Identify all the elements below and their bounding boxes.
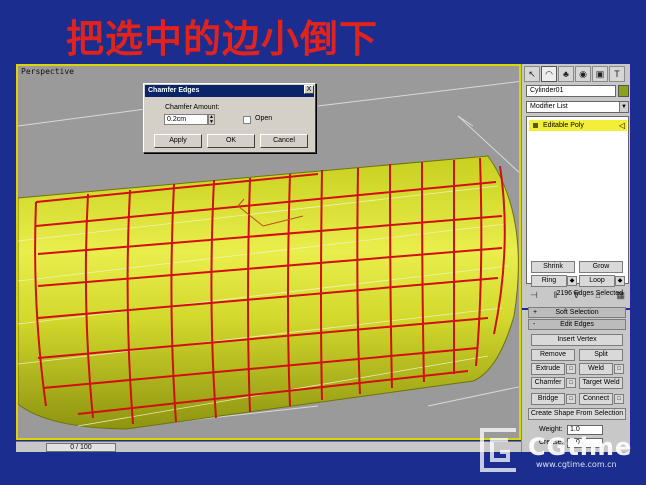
chamfer-amount-label: Chamfer Amount:: [165, 104, 220, 111]
object-color-swatch[interactable]: [618, 85, 629, 97]
command-tabs: ↖ ◠ ♣ ◉ ▣ T: [524, 66, 628, 82]
edit-edges-label: Edit Edges: [560, 321, 594, 328]
modifier-list-dropdown[interactable]: Modifier List ▼: [526, 101, 629, 113]
motion-tab-icon[interactable]: ◉: [575, 66, 591, 82]
viewport-label[interactable]: Perspective: [21, 67, 74, 76]
slide-title: 把选中的边小倒下: [66, 17, 379, 61]
modifier-stack[interactable]: Editable Poly ◁: [526, 116, 629, 284]
ring-button[interactable]: Ring: [531, 275, 567, 287]
edit-edges-rollout[interactable]: - Edit Edges: [528, 319, 626, 330]
shrink-button[interactable]: Shrink: [531, 261, 575, 273]
time-slider[interactable]: 0 / 100: [46, 443, 116, 452]
stack-item-editable-poly[interactable]: Editable Poly ◁: [529, 120, 627, 131]
insert-vertex-button[interactable]: Insert Vertex: [531, 334, 623, 346]
timeline-bar[interactable]: 0 / 100: [16, 441, 521, 452]
create-tab-icon[interactable]: ↖: [524, 66, 540, 82]
connect-settings-icon[interactable]: □: [614, 394, 624, 404]
dialog-title[interactable]: Chamfer Edges: [145, 85, 314, 97]
display-tab-icon[interactable]: ▣: [592, 66, 608, 82]
object-name-field[interactable]: Cylinder01: [526, 85, 616, 97]
stack-expand-icon[interactable]: [533, 123, 538, 128]
open-label: Open: [255, 115, 273, 122]
extrude-settings-icon[interactable]: □: [566, 364, 576, 374]
ok-button[interactable]: OK: [207, 134, 255, 148]
open-checkbox[interactable]: [243, 116, 251, 124]
chevron-down-icon[interactable]: ▼: [619, 102, 628, 112]
utilities-tab-icon[interactable]: T: [609, 66, 625, 82]
create-shape-button[interactable]: Create Shape From Selection: [528, 408, 626, 420]
expand-icon: +: [533, 309, 538, 316]
stack-item-label: Editable Poly: [543, 122, 584, 129]
selection-info: 2196 Edges Selected: [556, 290, 623, 297]
connect-button[interactable]: Connect: [579, 393, 613, 405]
modifier-list-label: Modifier List: [530, 103, 568, 110]
command-panel: ↖ ◠ ♣ ◉ ▣ T Cylinder01 Modifier List ▼ E…: [521, 64, 631, 452]
logo-wordmark: CGtime: [528, 433, 633, 461]
chamfer-settings-icon[interactable]: □: [566, 378, 576, 388]
chamfer-edges-dialog: Chamfer Edges X Chamfer Amount: 0.2cm ▲ ▼…: [143, 83, 316, 153]
loop-button[interactable]: Loop: [579, 275, 615, 287]
collapse-icon: -: [533, 321, 536, 328]
target-weld-button[interactable]: Target Weld: [579, 377, 623, 389]
remove-button[interactable]: Remove: [531, 349, 575, 361]
bridge-settings-icon[interactable]: □: [566, 394, 576, 404]
chamfer-amount-spinner[interactable]: ▲ ▼: [208, 114, 215, 125]
loop-spinner-icon[interactable]: ◆: [615, 276, 625, 286]
extrude-button[interactable]: Extrude: [531, 363, 565, 375]
chamfer-amount-input[interactable]: 0.2cm: [164, 114, 208, 125]
weld-button[interactable]: Weld: [579, 363, 613, 375]
soft-selection-label: Soft Selection: [555, 309, 599, 316]
grow-button[interactable]: Grow: [579, 261, 623, 273]
weld-settings-icon[interactable]: □: [614, 364, 624, 374]
modify-tab-icon[interactable]: ◠: [541, 66, 557, 82]
close-icon[interactable]: X: [304, 85, 314, 94]
chamfer-button[interactable]: Chamfer: [531, 377, 565, 389]
logo-url: www.cgtime.com.cn: [536, 460, 617, 469]
cancel-button[interactable]: Cancel: [260, 134, 308, 148]
bridge-button[interactable]: Bridge: [531, 393, 565, 405]
ring-spinner-icon[interactable]: ◆: [567, 276, 577, 286]
pen-icon: ◁: [618, 121, 625, 130]
split-button[interactable]: Split: [579, 349, 623, 361]
hierarchy-tab-icon[interactable]: ♣: [558, 66, 574, 82]
apply-button[interactable]: Apply: [154, 134, 202, 148]
soft-selection-rollout[interactable]: + Soft Selection: [528, 307, 626, 318]
